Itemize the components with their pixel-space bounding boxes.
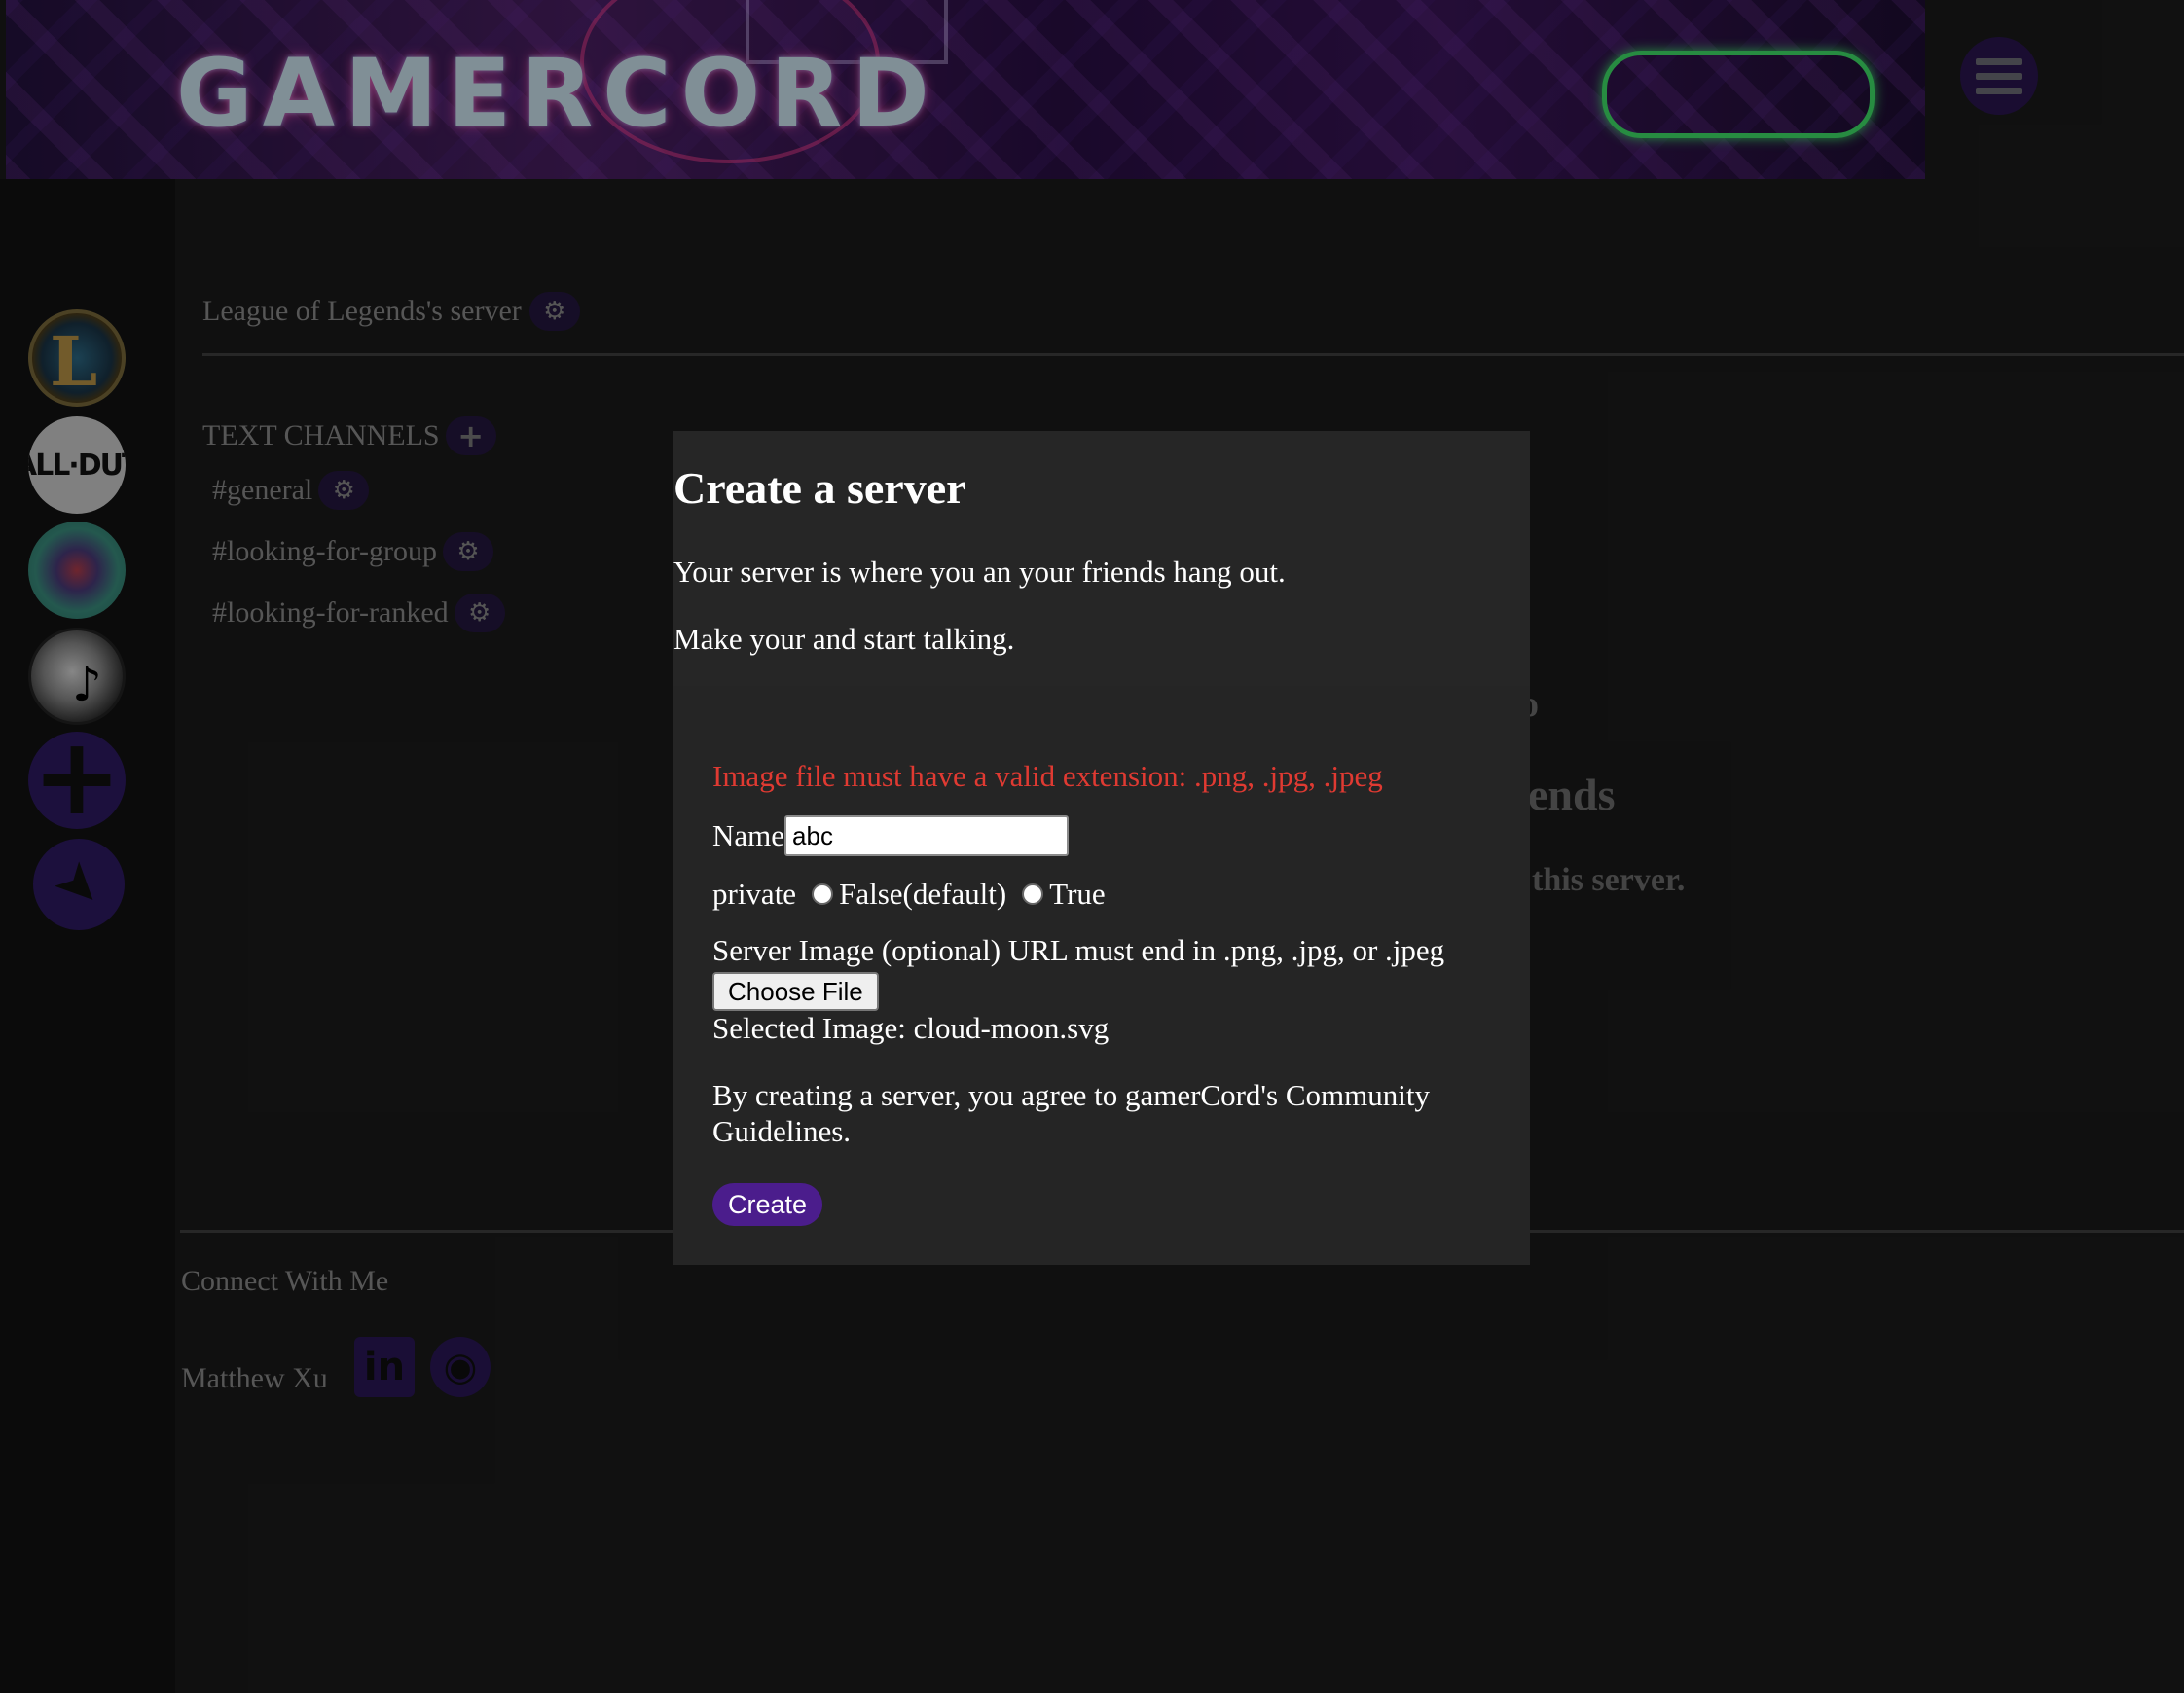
name-row: Name: [712, 815, 1070, 856]
private-label: private: [712, 877, 797, 911]
modal-description: Your server is where you an your friends…: [673, 555, 1286, 589]
create-button[interactable]: Create: [712, 1183, 823, 1226]
choose-file-button[interactable]: Choose File: [712, 972, 879, 1011]
private-true-label[interactable]: True: [1049, 877, 1105, 912]
private-row: private False(default) True: [712, 877, 1106, 912]
server-image-label: Server Image (optional) URL must end in …: [712, 933, 1445, 967]
modal-subtext: Make your and start talking.: [673, 622, 1015, 656]
selected-image-text: Selected Image: cloud-moon.svg: [712, 1011, 1110, 1045]
private-true-radio[interactable]: [1022, 883, 1044, 905]
private-false-radio[interactable]: [812, 883, 834, 905]
create-server-modal: Create a server Your server is where you…: [673, 431, 1530, 1265]
error-message: Image file must have a valid extension: …: [712, 759, 1383, 793]
modal-title: Create a server: [673, 463, 966, 513]
agreement-text: By creating a server, you agree to gamer…: [712, 1078, 1430, 1148]
name-label: Name: [712, 818, 785, 852]
private-false-label[interactable]: False(default): [839, 877, 1006, 912]
name-input[interactable]: [784, 815, 1070, 856]
